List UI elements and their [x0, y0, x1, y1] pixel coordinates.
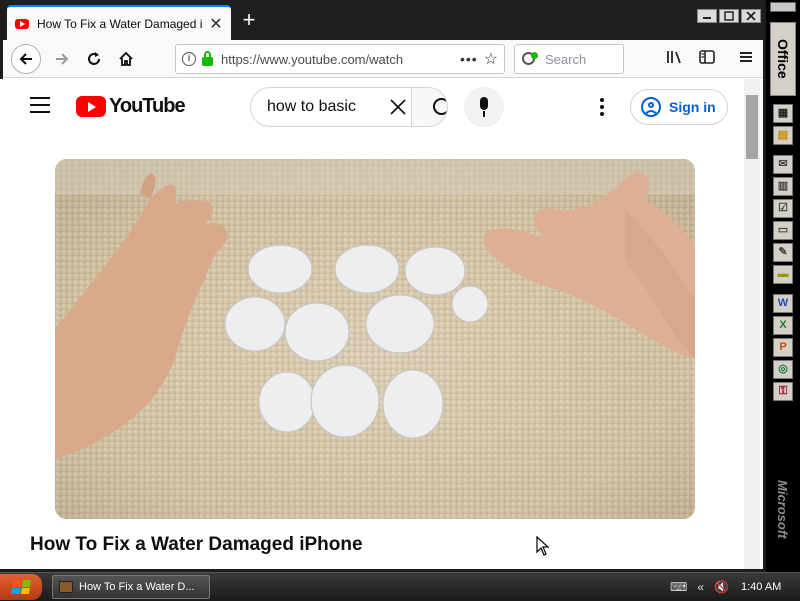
video-title: How To Fix a Water Damaged iPhone	[30, 534, 363, 555]
keyboard-icon[interactable]: ⌨	[670, 580, 687, 594]
youtube-search-input[interactable]: how to basic	[251, 88, 385, 126]
forward-button[interactable]	[47, 44, 77, 74]
back-button[interactable]	[11, 44, 41, 74]
minimize-icon	[703, 17, 711, 19]
close-icon	[746, 11, 756, 21]
separator	[773, 287, 793, 291]
info-icon[interactable]: i	[182, 52, 196, 66]
sign-in-button[interactable]: Sign in	[630, 89, 728, 125]
tab-close-icon[interactable]: ✕	[209, 14, 223, 34]
mail-icon[interactable]: ✉	[773, 155, 793, 174]
forward-arrow-icon	[56, 53, 69, 65]
page-actions-icon[interactable]: •••	[460, 51, 478, 67]
windows-logo-icon	[11, 580, 31, 594]
volume-muted-icon[interactable]: 🔇	[714, 580, 729, 594]
youtube-logo-text: YouTube	[109, 95, 186, 117]
clock[interactable]: 1:40 AM	[741, 581, 781, 593]
powerpoint-icon[interactable]: P	[773, 338, 793, 357]
note-icon[interactable]: ▬	[773, 265, 793, 284]
reload-icon	[88, 52, 100, 65]
youtube-page: YouTube how to basic Sign in How To Fix …	[0, 79, 760, 569]
office-bar-control[interactable]	[770, 2, 796, 12]
sidebar-icon[interactable]	[697, 49, 717, 70]
start-button[interactable]	[0, 574, 42, 600]
journal-icon[interactable]: ✎	[773, 243, 793, 262]
hamburger-icon[interactable]	[30, 97, 50, 113]
library-icon[interactable]	[665, 49, 685, 70]
office-app-icons: ▦ ▤ ✉ ▥ ☑ ▭ ✎ ▬ W X P ◎ ⚿	[773, 104, 793, 401]
search-engine-icon	[521, 51, 538, 67]
microphone-icon[interactable]	[464, 87, 504, 127]
new-document-icon[interactable]: ▦	[773, 104, 793, 123]
window-minimize-button[interactable]	[697, 9, 717, 23]
clear-icon[interactable]	[385, 88, 411, 126]
tray-expand-icon[interactable]: «	[697, 580, 704, 594]
account-icon	[641, 97, 661, 117]
access-icon[interactable]: ⚿	[773, 382, 793, 401]
window-maximize-button[interactable]	[719, 9, 739, 23]
video-frame	[55, 159, 695, 519]
calendar-icon[interactable]: ▥	[773, 177, 793, 196]
browser-search-placeholder: Search	[545, 51, 587, 67]
more-vertical-icon[interactable]	[592, 93, 612, 121]
menu-icon[interactable]	[736, 49, 756, 70]
taskbar: How To Fix a Water D... ⌨ « 🔇 1:40 AM	[0, 572, 800, 600]
navigation-toolbar: i https://www.youtube.com/watch ••• ☆ Se…	[3, 40, 763, 78]
taskbar-app-icon	[59, 581, 73, 593]
office-label[interactable]: Office	[770, 22, 796, 96]
window-close-button[interactable]	[741, 9, 761, 23]
tab-active[interactable]: How To Fix a Water Damaged iPhone ✕	[7, 5, 231, 40]
office-shortcut-bar: Office ▦ ▤ ✉ ▥ ☑ ▭ ✎ ▬ W X P ◎ ⚿ Microso…	[766, 0, 800, 572]
page-scrollbar[interactable]	[744, 79, 760, 569]
new-tab-button[interactable]: +	[239, 8, 259, 32]
tab-title: How To Fix a Water Damaged iPhone	[37, 16, 203, 31]
youtube-search-box: how to basic	[250, 87, 448, 127]
task-icon[interactable]: ☑	[773, 199, 793, 218]
youtube-logo-icon	[76, 96, 106, 117]
video-player[interactable]	[55, 159, 695, 519]
star-icon[interactable]: ☆	[484, 49, 498, 69]
url-text[interactable]: https://www.youtube.com/watch	[221, 52, 454, 67]
taskbar-item-label: How To Fix a Water D...	[79, 581, 195, 593]
youtube-favicon-icon	[15, 18, 29, 29]
maximize-icon	[724, 11, 734, 21]
lock-icon	[202, 50, 213, 66]
separator	[773, 148, 793, 152]
scrollbar-thumb[interactable]	[746, 95, 758, 159]
home-icon	[119, 51, 133, 66]
sign-in-label: Sign in	[669, 99, 716, 115]
youtube-logo[interactable]: YouTube	[76, 95, 186, 118]
back-arrow-icon	[19, 53, 32, 65]
address-bar[interactable]: i https://www.youtube.com/watch ••• ☆	[175, 44, 505, 74]
word-icon[interactable]: W	[773, 294, 793, 313]
outlook-icon[interactable]: ◎	[773, 360, 793, 379]
contact-icon[interactable]: ▭	[773, 221, 793, 240]
tab-bar: How To Fix a Water Damaged iPhone ✕ +	[3, 0, 763, 40]
excel-icon[interactable]: X	[773, 316, 793, 335]
system-tray: ⌨ « 🔇 1:40 AM	[670, 573, 800, 601]
reload-button[interactable]	[79, 44, 109, 74]
open-document-icon[interactable]: ▤	[773, 126, 793, 145]
youtube-header: YouTube how to basic Sign in	[0, 79, 744, 135]
search-icon[interactable]	[411, 88, 447, 126]
taskbar-item-browser[interactable]: How To Fix a Water D...	[52, 575, 210, 599]
microsoft-brand-label: Microsoft	[775, 480, 790, 539]
office-label-text: Office	[775, 39, 791, 79]
home-button[interactable]	[111, 44, 141, 74]
browser-search-box[interactable]: Search	[514, 44, 624, 74]
